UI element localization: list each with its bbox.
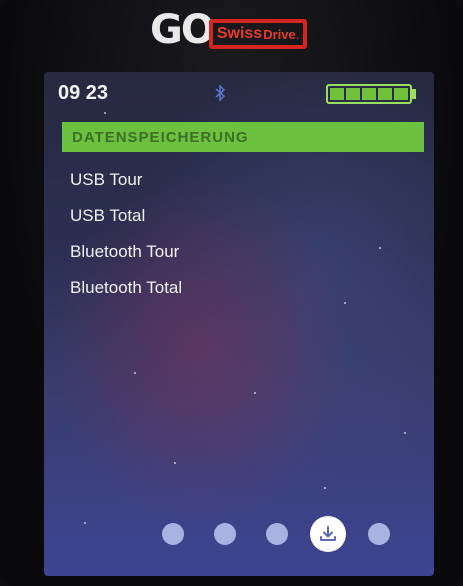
battery-cell	[346, 88, 360, 100]
menu-item-bluetooth-tour[interactable]: Bluetooth Tour	[70, 234, 182, 270]
battery-cell	[362, 88, 376, 100]
display-screen: 09 23 DATENSPEICHERUNG USB Tour USB Tota…	[44, 72, 434, 576]
page-dot-3[interactable]	[266, 523, 288, 545]
page-indicator	[162, 514, 402, 554]
battery-cell	[394, 88, 408, 100]
page-dot-2[interactable]	[214, 523, 236, 545]
download-icon	[320, 526, 336, 541]
menu-title: DATENSPEICHERUNG	[72, 128, 249, 146]
brand-swissdrive: Swiss Drive.	[208, 19, 308, 49]
battery-cell	[330, 88, 344, 100]
page-dot-5[interactable]	[368, 523, 390, 545]
menu-item-bluetooth-total[interactable]: Bluetooth Total	[70, 270, 182, 306]
status-bar: 09 23	[44, 72, 434, 112]
battery-tip	[412, 89, 416, 99]
menu-item-usb-tour[interactable]: USB Tour	[70, 162, 182, 198]
menu-item-usb-total[interactable]: USB Total	[70, 198, 182, 234]
brand-logo: GO Swiss Drive.	[150, 8, 350, 52]
bluetooth-icon	[215, 84, 226, 102]
page-dot-1[interactable]	[162, 523, 184, 545]
brand-go: GO	[150, 7, 215, 53]
menu-header: DATENSPEICHERUNG	[62, 122, 424, 152]
device-frame: GO Swiss Drive. 09 23 DATENSPEICHERUNG U…	[0, 0, 463, 586]
clock: 09 23	[58, 82, 109, 104]
page-dot-4-active[interactable]	[310, 516, 346, 552]
battery-indicator	[326, 84, 412, 104]
battery-cell	[378, 88, 392, 100]
menu-list: USB Tour USB Total Bluetooth Tour Blueto…	[70, 162, 182, 306]
